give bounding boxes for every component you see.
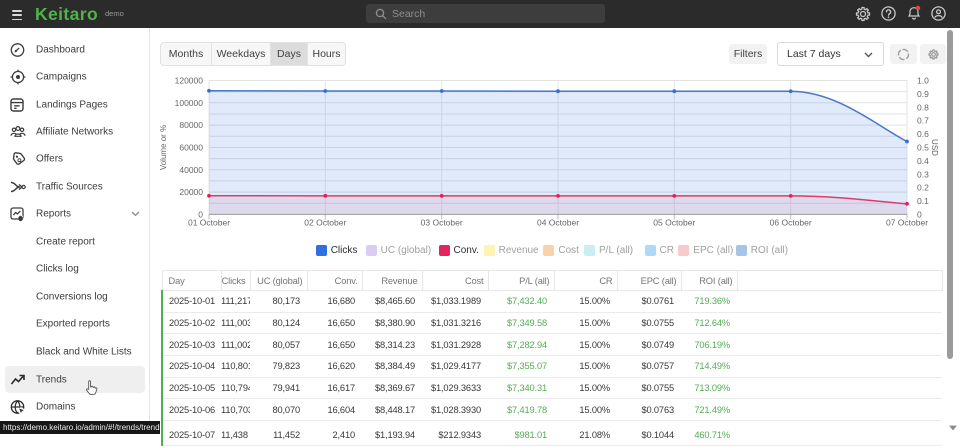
svg-text:0.2: 0.2 <box>917 183 929 193</box>
svg-text:06 October: 06 October <box>770 218 812 228</box>
svg-text:USD: USD <box>930 139 939 156</box>
svg-text:04 October: 04 October <box>537 218 579 228</box>
svg-text:Volume or %: Volume or % <box>159 125 168 170</box>
svg-text:100000: 100000 <box>175 98 204 108</box>
svg-text:1.0: 1.0 <box>917 76 929 86</box>
svg-text:80000: 80000 <box>179 120 203 130</box>
svg-text:0.3: 0.3 <box>917 169 929 179</box>
svg-text:02 October: 02 October <box>304 218 346 228</box>
svg-text:0.5: 0.5 <box>917 143 929 153</box>
svg-text:0.4: 0.4 <box>917 156 929 166</box>
svg-text:40000: 40000 <box>179 165 203 175</box>
svg-text:05 October: 05 October <box>653 218 695 228</box>
svg-text:03 October: 03 October <box>421 218 463 228</box>
svg-text:0.1: 0.1 <box>917 196 929 206</box>
svg-text:60000: 60000 <box>179 143 203 153</box>
svg-text:0.9: 0.9 <box>917 89 929 99</box>
svg-text:0.7: 0.7 <box>917 116 929 126</box>
svg-text:0.8: 0.8 <box>917 102 929 112</box>
svg-text:0.6: 0.6 <box>917 129 929 139</box>
svg-text:120000: 120000 <box>175 76 204 86</box>
svg-text:07 October: 07 October <box>886 218 928 228</box>
svg-text:20000: 20000 <box>179 187 203 197</box>
svg-text:01 October: 01 October <box>188 218 230 228</box>
